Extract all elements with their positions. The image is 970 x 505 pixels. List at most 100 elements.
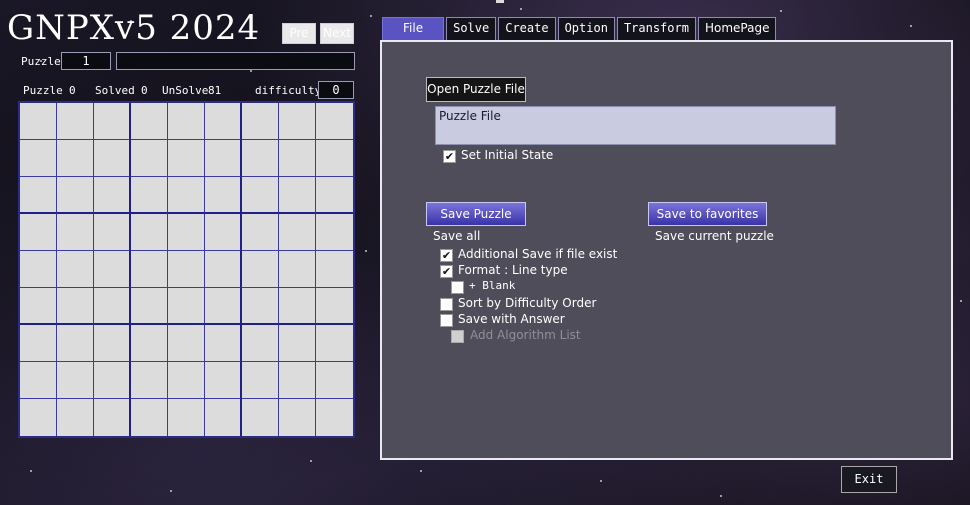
grid-cell[interactable] [57, 399, 94, 436]
grid-cell[interactable] [205, 399, 242, 436]
grid-cell[interactable] [316, 399, 353, 436]
grid-cell[interactable] [242, 362, 279, 399]
plus-blank-checkbox[interactable] [451, 281, 464, 294]
grid-cell[interactable] [279, 214, 316, 251]
grid-cell[interactable] [205, 177, 242, 214]
grid-cell[interactable] [205, 103, 242, 140]
grid-cell[interactable] [94, 214, 131, 251]
grid-cell[interactable] [20, 362, 57, 399]
save-with-answer-checkbox[interactable] [440, 314, 453, 327]
grid-cell[interactable] [131, 140, 168, 177]
open-puzzle-file-button[interactable]: Open Puzzle File [426, 77, 526, 102]
grid-cell[interactable] [316, 362, 353, 399]
grid-cell[interactable] [94, 399, 131, 436]
sudoku-grid[interactable] [18, 101, 355, 438]
tab-option[interactable]: Option [557, 17, 615, 40]
format-line-type-checkbox[interactable]: ✔ [440, 265, 453, 278]
tab-create[interactable]: Create [498, 17, 556, 40]
set-initial-state-checkbox[interactable]: ✔ [443, 150, 456, 163]
grid-cell[interactable] [168, 325, 205, 362]
grid-cell[interactable] [316, 288, 353, 325]
grid-cell[interactable] [168, 288, 205, 325]
puzzle-file-textbox[interactable]: Puzzle File [435, 106, 836, 145]
save-to-favorites-button[interactable]: Save to favorites [648, 202, 767, 226]
grid-cell[interactable] [131, 399, 168, 436]
grid-cell[interactable] [20, 214, 57, 251]
grid-cell[interactable] [279, 251, 316, 288]
grid-cell[interactable] [20, 103, 57, 140]
grid-cell[interactable] [94, 325, 131, 362]
grid-cell[interactable] [57, 177, 94, 214]
grid-cell[interactable] [131, 214, 168, 251]
grid-cell[interactable] [316, 214, 353, 251]
grid-cell[interactable] [168, 362, 205, 399]
additional-save-checkbox[interactable]: ✔ [440, 249, 453, 262]
grid-cell[interactable] [168, 399, 205, 436]
grid-cell[interactable] [20, 288, 57, 325]
grid-cell[interactable] [131, 103, 168, 140]
grid-cell[interactable] [168, 177, 205, 214]
grid-cell[interactable] [131, 177, 168, 214]
grid-cell[interactable] [279, 103, 316, 140]
grid-cell[interactable] [242, 288, 279, 325]
grid-cell[interactable] [205, 288, 242, 325]
grid-cell[interactable] [242, 251, 279, 288]
grid-cell[interactable] [57, 214, 94, 251]
grid-cell[interactable] [20, 140, 57, 177]
grid-cell[interactable] [57, 140, 94, 177]
grid-cell[interactable] [131, 251, 168, 288]
grid-cell[interactable] [131, 362, 168, 399]
next-button[interactable]: Next [320, 23, 354, 44]
grid-cell[interactable] [168, 251, 205, 288]
tab-homepage[interactable]: HomePage [697, 17, 777, 40]
grid-cell[interactable] [279, 362, 316, 399]
grid-cell[interactable] [57, 251, 94, 288]
grid-cell[interactable] [316, 140, 353, 177]
grid-cell[interactable] [205, 362, 242, 399]
grid-cell[interactable] [242, 103, 279, 140]
grid-cell[interactable] [168, 103, 205, 140]
save-puzzle-button[interactable]: Save Puzzle [426, 202, 526, 226]
grid-cell[interactable] [316, 325, 353, 362]
grid-cell[interactable] [94, 288, 131, 325]
grid-cell[interactable] [242, 140, 279, 177]
grid-cell[interactable] [316, 251, 353, 288]
grid-cell[interactable] [279, 325, 316, 362]
grid-cell[interactable] [279, 399, 316, 436]
puzzle-name-field[interactable] [116, 52, 355, 70]
grid-cell[interactable] [205, 325, 242, 362]
exit-button[interactable]: Exit [841, 466, 897, 493]
puzzle-number-field[interactable]: 1 [61, 52, 111, 70]
grid-cell[interactable] [316, 103, 353, 140]
grid-cell[interactable] [20, 177, 57, 214]
grid-cell[interactable] [242, 214, 279, 251]
grid-cell[interactable] [205, 214, 242, 251]
pre-button[interactable]: Pre [282, 23, 316, 44]
grid-cell[interactable] [94, 177, 131, 214]
grid-cell[interactable] [279, 288, 316, 325]
grid-cell[interactable] [94, 140, 131, 177]
grid-cell[interactable] [20, 399, 57, 436]
grid-cell[interactable] [131, 325, 168, 362]
grid-cell[interactable] [242, 325, 279, 362]
grid-cell[interactable] [279, 140, 316, 177]
grid-cell[interactable] [205, 251, 242, 288]
grid-cell[interactable] [168, 140, 205, 177]
grid-cell[interactable] [57, 362, 94, 399]
grid-cell[interactable] [94, 251, 131, 288]
grid-cell[interactable] [94, 103, 131, 140]
grid-cell[interactable] [57, 288, 94, 325]
sort-by-difficulty-checkbox[interactable] [440, 298, 453, 311]
grid-cell[interactable] [57, 103, 94, 140]
tab-file[interactable]: File [382, 17, 445, 40]
grid-cell[interactable] [20, 325, 57, 362]
tab-solve[interactable]: Solve [446, 17, 497, 40]
grid-cell[interactable] [279, 177, 316, 214]
grid-cell[interactable] [242, 399, 279, 436]
grid-cell[interactable] [94, 362, 131, 399]
grid-cell[interactable] [168, 214, 205, 251]
grid-cell[interactable] [205, 140, 242, 177]
grid-cell[interactable] [131, 288, 168, 325]
grid-cell[interactable] [20, 251, 57, 288]
tab-transform[interactable]: Transform [616, 17, 696, 40]
